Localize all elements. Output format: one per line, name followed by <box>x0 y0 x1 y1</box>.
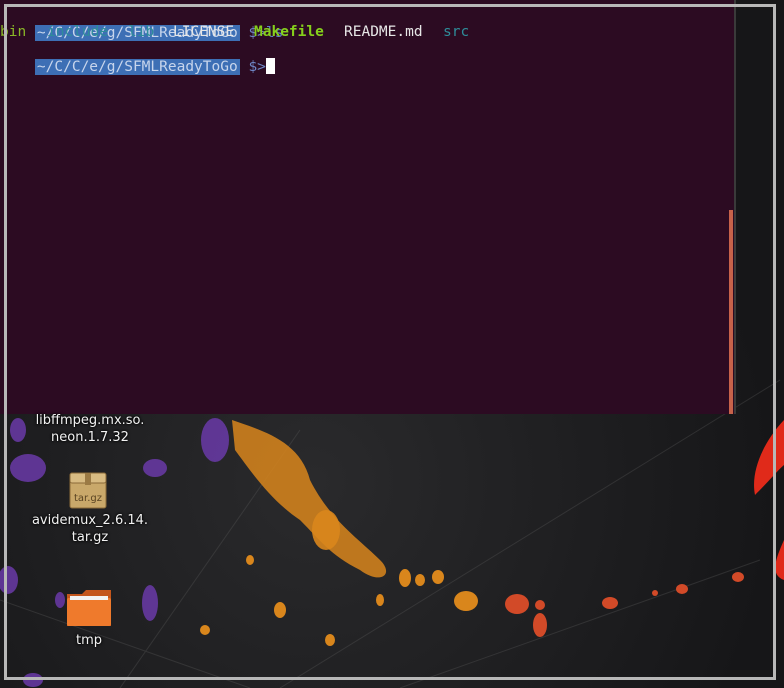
ls-entry-bin: bin <box>0 24 27 40</box>
ls-entry-readme: README.md <box>344 24 423 40</box>
ls-output-line: bin include lib LICENSE Makefile README.… <box>0 23 734 41</box>
text-cursor <box>265 58 275 74</box>
ls-entry-lib: lib <box>128 24 155 40</box>
icon-label-line1: libffmpeg.mx.so. <box>35 413 145 428</box>
folder-icon <box>67 590 111 626</box>
terminal-right-edge <box>734 0 736 414</box>
icon-label: tmp <box>59 632 119 649</box>
ls-entry-include: include <box>47 24 109 40</box>
ls-entry-makefile: Makefile <box>254 24 324 40</box>
icon-label-line2: tar.gz <box>71 530 109 545</box>
archive-badge: tar.gz <box>74 493 102 504</box>
terminal-prompt-line: ~/C/C/e/g/SFMLReadyToGo $>ls <box>0 6 283 41</box>
terminal-window[interactable]: ~/C/C/e/g/SFMLReadyToGo $>ls bin include… <box>0 0 734 414</box>
icon-label-line1: avidemux_2.6.14. <box>31 513 149 528</box>
ls-entry-src: src <box>443 24 470 40</box>
icon-label-line2: neon.1.7.32 <box>51 430 129 445</box>
icon-label-line1: tmp <box>75 633 102 648</box>
terminal-prompt-line-current[interactable]: ~/C/C/e/g/SFMLReadyToGo $> <box>0 40 275 75</box>
desktop-icon-libffmpeg[interactable]: libffmpeg.mx.so. neon.1.7.32 <box>18 412 162 446</box>
ls-entry-license: LICENSE <box>173 24 235 40</box>
prompt-path: ~/C/C/e/g/SFMLReadyToGo <box>34 59 240 75</box>
prompt-symbol: $> <box>239 59 266 75</box>
archive-icon: tar.gz <box>69 472 107 509</box>
terminal-scrollbar[interactable] <box>729 210 733 414</box>
icon-label: avidemux_2.6.14. tar.gz <box>18 512 162 546</box>
